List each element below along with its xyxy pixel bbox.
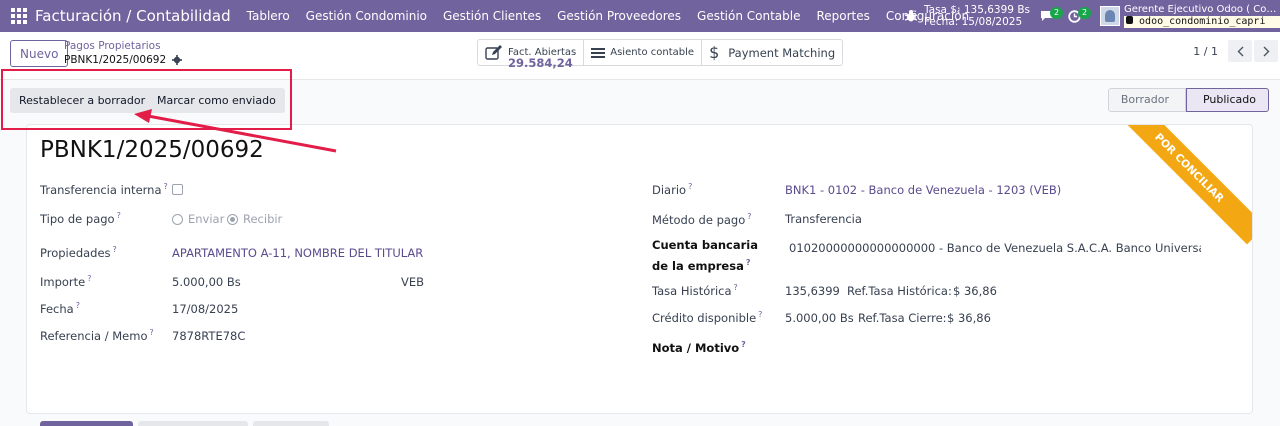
pager-value[interactable]: 1 / 1 — [1193, 45, 1218, 58]
ref-close-rate-label: Ref.Tasa Cierre: — [858, 311, 947, 325]
rate-text: Tasa $: 135,6399 Bs — [923, 4, 1030, 16]
ref-historic-rate-label: Ref.Tasa Histórica: — [847, 284, 952, 298]
menu-gestion-proveedores[interactable]: Gestión Proveedores — [549, 9, 689, 23]
payment-matching-label: Payment Matching — [728, 45, 836, 60]
stage-draft[interactable]: Borrador — [1107, 88, 1186, 112]
journal-label: Diario? — [652, 182, 693, 197]
smart-buttons: Fact. Abiertas 29.584,24 Asiento contabl… — [477, 39, 844, 69]
open-invoices-button[interactable]: Fact. Abiertas 29.584,24 — [478, 40, 585, 69]
memo-value[interactable]: 7878RTE78C — [172, 329, 245, 343]
radio-receive-indicator — [227, 213, 238, 225]
breadcrumb-parent[interactable]: Pagos Propietarios — [64, 39, 182, 53]
app-brand[interactable]: Facturación / Contabilidad — [35, 7, 231, 25]
currency-value[interactable]: VEB — [401, 275, 424, 289]
date-value[interactable]: 17/08/2025 — [172, 302, 238, 316]
payment-method-value[interactable]: Transferencia — [785, 212, 862, 226]
date-label: Fecha? — [40, 301, 80, 316]
journal-entry-button[interactable]: Asiento contable — [584, 40, 703, 65]
historic-rate-label: Tasa Histórica? — [652, 283, 738, 298]
top-navbar: Facturación / Contabilidad Tablero Gesti… — [0, 0, 1280, 32]
breadcrumb-current: PBNK1/2025/00692 — [64, 53, 183, 67]
messages-button[interactable]: 2 — [1040, 6, 1063, 26]
ref-close-rate-value: $ 36,86 — [947, 311, 991, 325]
bottom-tab-active[interactable] — [40, 421, 133, 426]
journal-value[interactable]: BNK1 - 0102 - Banco de Venezuela - 1203 … — [785, 183, 1061, 197]
payment-matching-button[interactable]: $ Payment Matching — [702, 40, 842, 65]
apps-menu-icon[interactable] — [11, 8, 27, 24]
payment-type-receive-radio[interactable]: Recibir — [227, 212, 282, 226]
properties-value[interactable]: APARTAMENTO A-11, NOMBRE DEL TITULAR — [172, 246, 423, 260]
activities-badge: 2 — [1078, 7, 1091, 19]
radio-send-indicator — [172, 213, 183, 225]
menu-gestion-condominio[interactable]: Gestión Condominio — [298, 9, 435, 23]
ref-historic-rate-value: $ 36,86 — [953, 284, 997, 298]
pager-next-button[interactable] — [1254, 40, 1278, 62]
stage-posted[interactable]: Publicado — [1185, 88, 1269, 112]
database-name: odoo_condominio_capri — [1124, 16, 1280, 28]
chevron-left-icon — [1237, 46, 1243, 56]
new-button[interactable]: Nuevo — [10, 40, 69, 67]
historic-rate-value: 135,6399 — [785, 284, 840, 298]
bank-account-label: Cuenta bancaria de la empresa? — [652, 238, 759, 273]
menu-tablero[interactable]: Tablero — [239, 9, 298, 23]
user-menu[interactable]: Gerente Ejecutivo Odoo ( Condominio ) od… — [1124, 4, 1280, 28]
chevron-right-icon — [1263, 46, 1269, 56]
gear-icon[interactable] — [172, 55, 183, 65]
annotation-highlight-box — [1, 69, 292, 130]
breadcrumb: Pagos Propietarios PBNK1/2025/00692 — [64, 39, 183, 67]
bug-icon[interactable] — [904, 9, 918, 23]
payment-type-label: Tipo de pago? — [40, 211, 121, 226]
user-name: Gerente Ejecutivo Odoo ( Condominio ) — [1124, 4, 1280, 15]
user-avatar[interactable] — [1100, 6, 1120, 26]
exchange-rate-info: Tasa $: 135,6399 Bs Fecha: 15/08/2025 — [924, 4, 1030, 28]
amount-label: Importe? — [40, 274, 92, 289]
database-name-text: odoo_condominio_capri — [1139, 16, 1266, 27]
status-stages: Borrador Publicado — [1107, 88, 1269, 112]
amount-value[interactable]: 5.000,00 Bs — [172, 275, 241, 289]
pager: 1 / 1 — [1193, 40, 1280, 62]
form-sheet: PBNK1/2025/00692 POR CONCILIAR Transfere… — [26, 124, 1253, 414]
note-label: Nota / Motivo? — [652, 340, 746, 355]
open-invoices-value: 29.584,24 — [508, 56, 573, 70]
database-icon — [1126, 16, 1133, 24]
memo-label: Referencia / Memo? — [40, 328, 154, 343]
edit-invoice-icon — [485, 44, 502, 60]
breadcrumb-current-label: PBNK1/2025/00692 — [64, 54, 167, 66]
internal-transfer-label: Transferencia interna? — [40, 182, 168, 197]
messages-badge: 2 — [1050, 7, 1063, 19]
menu-gestion-contable[interactable]: Gestión Contable — [689, 9, 808, 23]
activities-button[interactable]: 2 — [1068, 6, 1091, 26]
bottom-tab-3[interactable] — [253, 421, 329, 426]
menu-reportes[interactable]: Reportes — [808, 9, 877, 23]
bottom-tab-2[interactable] — [138, 421, 248, 426]
payment-method-label: Método de pago? — [652, 212, 752, 227]
dollar-icon: $ — [709, 43, 720, 62]
internal-transfer-checkbox[interactable] — [172, 184, 183, 195]
status-ribbon: POR CONCILIAR — [1112, 125, 1252, 245]
rate-date: Fecha: 15/08/2025 — [923, 16, 1023, 28]
properties-label: Propiedades? — [40, 245, 117, 260]
bank-account-value[interactable]: 01020000000000000000 - Banco de Venezuel… — [789, 241, 1201, 255]
main-menu: Tablero Gestión Condominio Gestión Clien… — [239, 9, 978, 23]
navbar-systray: Tasa $: 135,6399 Bs Fecha: 15/08/2025 2 … — [904, 0, 1280, 32]
record-title: PBNK1/2025/00692 — [40, 137, 264, 163]
pager-previous-button[interactable] — [1228, 40, 1252, 62]
available-credit-value: 5.000,00 Bs — [785, 311, 854, 325]
payment-type-send-label: Enviar — [188, 212, 225, 226]
menu-gestion-clientes[interactable]: Gestión Clientes — [435, 9, 549, 23]
payment-type-receive-label: Recibir — [243, 212, 283, 226]
payment-type-send-radio[interactable]: Enviar — [172, 212, 224, 226]
list-icon — [591, 47, 606, 58]
available-credit-label: Crédito disponible? — [652, 310, 763, 325]
journal-entry-label: Asiento contable — [610, 47, 695, 58]
